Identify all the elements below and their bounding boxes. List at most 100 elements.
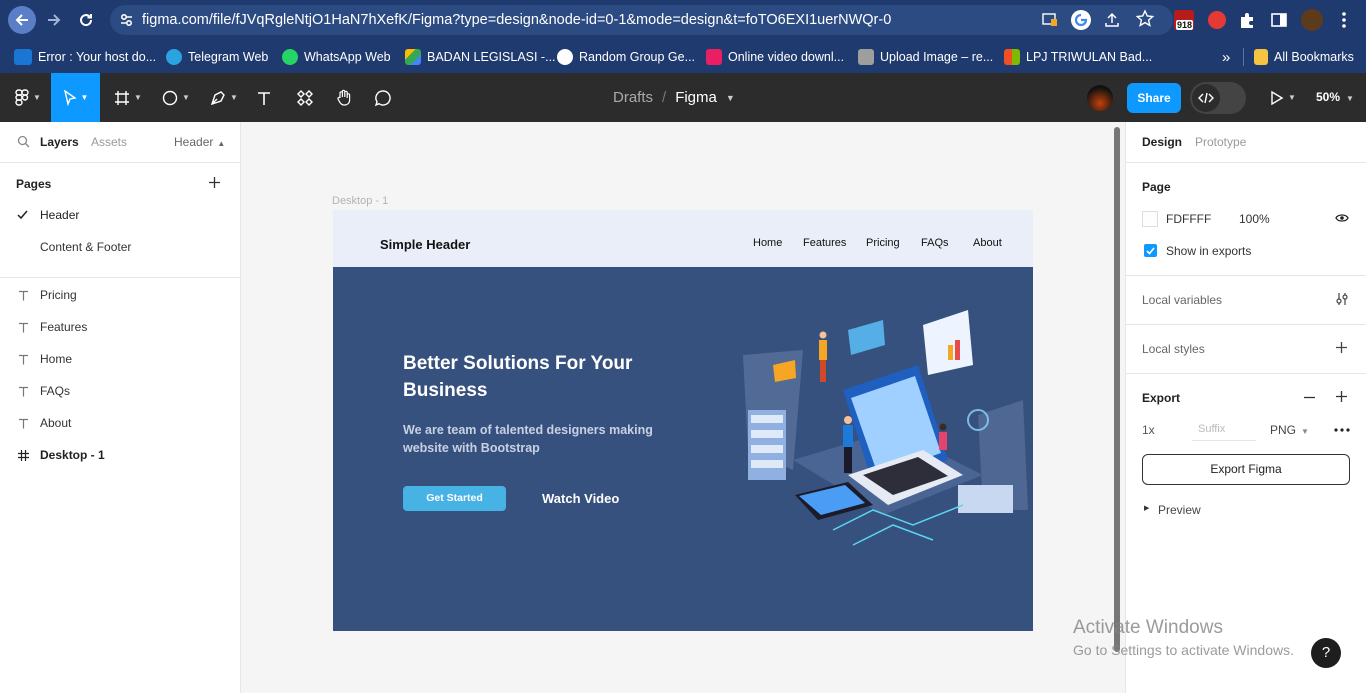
shape-tool[interactable]: ▼: [156, 73, 196, 122]
check-icon: [1146, 246, 1155, 255]
bookmark-star-icon[interactable]: [1135, 9, 1155, 40]
pen-tool[interactable]: ▼: [204, 73, 244, 122]
folder-icon: [1254, 49, 1268, 65]
check-icon: [17, 210, 28, 220]
address-bar[interactable]: figma.com/file/fJVqRgleNtjO1HaN7hXefK/Fi…: [110, 5, 1173, 35]
text-layer-icon: [19, 354, 28, 365]
figma-logo-icon: [15, 88, 29, 106]
preview-toggle[interactable]: Preview: [1158, 503, 1201, 517]
lp-extension-icon[interactable]: 918: [1174, 10, 1194, 30]
bookmark-0[interactable]: Error : Your host do...: [14, 48, 156, 66]
more-options-icon[interactable]: [1334, 428, 1350, 432]
site-nav-faqs: FAQs: [921, 237, 949, 249]
layer-item-desktop-1[interactable]: Desktop - 1: [0, 439, 240, 471]
canvas[interactable]: Desktop - 1 Simple Header Home Features …: [241, 122, 1125, 693]
move-tool[interactable]: ▼: [51, 73, 100, 122]
tab-design[interactable]: Design: [1142, 135, 1182, 149]
text-tool[interactable]: [252, 73, 276, 122]
layer-item-home[interactable]: Home: [0, 343, 240, 375]
local-styles-label[interactable]: Local styles: [1142, 342, 1205, 356]
text-layer-icon: [19, 322, 28, 333]
chevron-down-icon[interactable]: ▼: [726, 93, 735, 106]
more-bookmarks-button[interactable]: »: [1222, 48, 1230, 66]
frame-layer-icon: [18, 450, 29, 461]
help-button[interactable]: ?: [1311, 638, 1341, 668]
zoom-control[interactable]: 50% ▼: [1316, 90, 1354, 104]
add-page-icon[interactable]: [208, 176, 221, 189]
export-suffix-input[interactable]: Suffix: [1192, 417, 1256, 441]
main-menu-button[interactable]: ▼: [8, 73, 48, 122]
back-button[interactable]: [8, 6, 36, 34]
profile-avatar[interactable]: [1301, 9, 1323, 31]
page-opacity[interactable]: 100%: [1239, 212, 1270, 226]
page-item-content-footer[interactable]: Content & Footer: [0, 231, 240, 263]
sidepanel-icon[interactable]: [1269, 10, 1289, 30]
export-title: Export: [1142, 391, 1181, 405]
forward-button[interactable]: [40, 6, 68, 34]
bookmark-4[interactable]: Random Group Ge...: [557, 48, 695, 66]
tab-assets[interactable]: Assets: [91, 135, 127, 149]
bookmarks-bar: Error : Your host do... Telegram Web Wha…: [0, 40, 1366, 73]
layer-item-about[interactable]: About: [0, 407, 240, 439]
page-color-swatch[interactable]: [1142, 211, 1158, 227]
share-button[interactable]: Share: [1127, 83, 1181, 113]
page-switcher[interactable]: Header ▲: [174, 135, 225, 149]
left-panel: Layers Assets Header ▲ Pages Header Conte…: [0, 122, 241, 693]
add-style-icon[interactable]: [1335, 341, 1348, 354]
search-icon[interactable]: [17, 135, 30, 148]
google-icon[interactable]: [1071, 10, 1091, 30]
show-in-exports-checkbox[interactable]: [1144, 244, 1157, 257]
export-button[interactable]: Export Figma: [1142, 454, 1350, 485]
file-name[interactable]: Figma: [675, 89, 717, 106]
user-avatar[interactable]: [1087, 85, 1113, 111]
frame-tool[interactable]: ▼: [108, 73, 148, 122]
bookmark-2[interactable]: WhatsApp Web: [282, 48, 391, 66]
telegram-icon: [166, 49, 182, 65]
badge: 918: [1176, 20, 1194, 30]
frame-label[interactable]: Desktop - 1: [332, 195, 388, 207]
eye-icon[interactable]: [1335, 213, 1349, 223]
caret-right-icon[interactable]: ▶: [1144, 504, 1149, 512]
hand-tool[interactable]: [332, 73, 356, 122]
components-icon: [297, 89, 313, 106]
export-scale[interactable]: 1x: [1142, 423, 1155, 437]
reload-button[interactable]: [72, 6, 100, 34]
add-export-icon[interactable]: [1335, 390, 1348, 403]
variables-settings-icon[interactable]: [1335, 292, 1349, 306]
page-item-header[interactable]: Header: [0, 199, 240, 231]
bookmark-3[interactable]: BADAN LEGISLASI -...: [405, 48, 556, 66]
remove-export-icon[interactable]: [1303, 391, 1316, 404]
present-button[interactable]: ▼: [1263, 73, 1303, 122]
bookmark-5[interactable]: Online video downl...: [706, 48, 844, 66]
dev-mode-toggle[interactable]: [1190, 82, 1246, 114]
upload-icon: [858, 49, 874, 65]
export-format-select[interactable]: PNG ▼: [1270, 423, 1309, 437]
local-variables-label[interactable]: Local variables: [1142, 293, 1222, 307]
pen-icon: [210, 90, 225, 105]
puzzle-icon[interactable]: [1237, 10, 1257, 30]
desktop-frame[interactable]: Simple Header Home Features Pricing FAQs…: [333, 210, 1033, 631]
all-bookmarks[interactable]: All Bookmarks: [1254, 48, 1354, 66]
site-brand: Simple Header: [380, 237, 471, 252]
share-page-icon[interactable]: [1103, 10, 1121, 40]
tab-layers[interactable]: Layers: [40, 135, 79, 149]
layer-item-faqs[interactable]: FAQs: [0, 375, 240, 407]
chevron-up-icon: ▲: [217, 139, 226, 148]
video-download-icon: [706, 49, 722, 65]
site-nav-home: Home: [753, 237, 783, 249]
comment-tool[interactable]: [371, 73, 395, 122]
red-extension-icon[interactable]: [1207, 10, 1227, 30]
layer-item-pricing[interactable]: Pricing: [0, 279, 240, 311]
breadcrumb-drafts[interactable]: Drafts: [613, 89, 653, 106]
resources-tool[interactable]: [293, 73, 317, 122]
layer-item-features[interactable]: Features: [0, 311, 240, 343]
activate-windows-title: Activate Windows: [1073, 617, 1223, 638]
tab-prototype[interactable]: Prototype: [1195, 135, 1246, 149]
page-color-hex[interactable]: FDFFFF: [1166, 212, 1211, 226]
bookmark-1[interactable]: Telegram Web: [166, 48, 268, 66]
canvas-scrollbar[interactable]: [1114, 127, 1120, 652]
kebab-menu-icon[interactable]: [1334, 10, 1354, 30]
cast-icon[interactable]: [1041, 10, 1061, 30]
bookmark-6[interactable]: Upload Image – re...: [858, 48, 993, 66]
bookmark-7[interactable]: LPJ TRIWULAN Bad...: [1004, 48, 1152, 66]
